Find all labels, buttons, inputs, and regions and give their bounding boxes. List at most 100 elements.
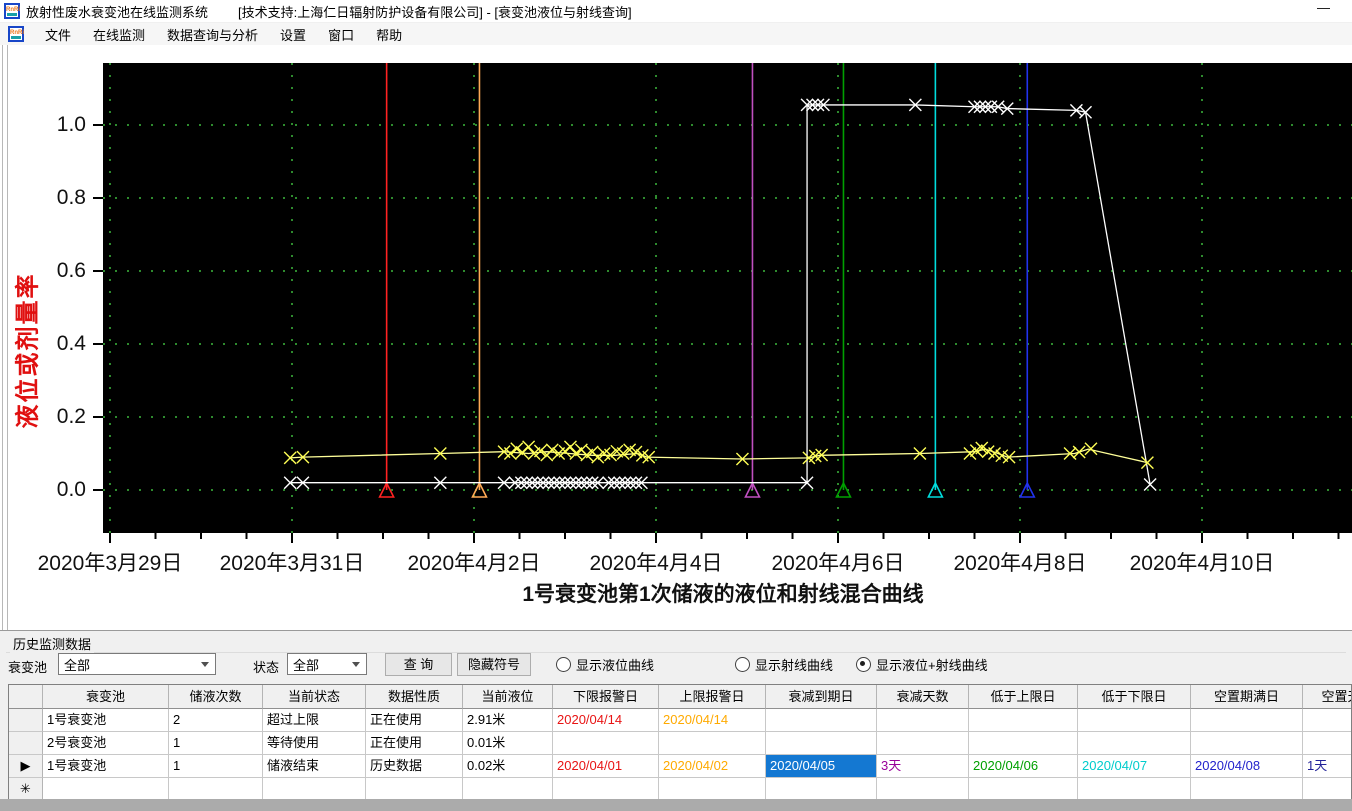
menu-item-4[interactable]: 设置 [269,23,317,46]
cell-低于下限日[interactable] [1078,778,1191,800]
cell-衰变池[interactable]: 2号衰变池 [43,732,169,755]
cell-低于上限日[interactable] [969,709,1078,732]
column-header-衰减天数[interactable]: 衰减天数 [877,685,969,709]
cell-空置期满日[interactable] [1191,709,1303,732]
cell-当前状态[interactable]: 等待使用 [263,732,366,755]
cell-衰减到期日[interactable] [766,709,877,732]
radio-icon[interactable] [735,657,750,672]
table-row[interactable]: 2号衰变池 1 等待使用 正在使用 0.01米 [9,732,1351,755]
cell-衰减天数[interactable] [877,778,969,800]
radio-icon[interactable] [556,657,571,672]
cell-低于上限日[interactable] [969,778,1078,800]
cell-下限报警日[interactable]: 2020/04/14 [553,709,659,732]
column-header-当前状态[interactable]: 当前状态 [263,685,366,709]
column-header-空置天数[interactable]: 空置天数 [1303,685,1351,709]
cell-空置期满日[interactable] [1191,732,1303,755]
column-header-空置期满日[interactable]: 空置期满日 [1191,685,1303,709]
radio-label: 显示射线曲线 [755,658,834,673]
menu-item-1[interactable]: 文件 [34,23,82,46]
history-group-label: 历史监测数据 [10,634,95,653]
chart-area: 液位或剂量率 0.0 0.2 0.4 0.6 0.8 1.0 2020年3月29日 2020… [0,45,1352,630]
radio-option-2[interactable]: 显示射线曲线 [735,655,833,674]
cell-衰减到期日[interactable]: 2020/04/05 [766,755,877,778]
cell-储液次数[interactable]: 1 [169,732,263,755]
hide-symbols-button[interactable]: 隐藏符号 [457,653,531,676]
table-row[interactable]: 1号衰变池 2 超过上限 正在使用 2.91米 2020/04/14 2020/04/14 [9,709,1351,732]
table-row[interactable]: ✳ [9,778,1351,800]
column-header-衰变池[interactable]: 衰变池 [43,685,169,709]
cell-当前液位[interactable]: 0.01米 [463,732,553,755]
cell-下限报警日[interactable] [553,732,659,755]
cell-上限报警日[interactable]: 2020/04/02 [659,755,766,778]
column-header-下限报警日[interactable]: 下限报警日 [553,685,659,709]
cell-储液次数[interactable]: 2 [169,709,263,732]
cell-储液次数[interactable]: 1 [169,755,263,778]
cell-衰变池[interactable] [43,778,169,800]
pool-filter-combobox[interactable]: 全部 [58,653,216,675]
column-header-上限报警日[interactable]: 上限报警日 [659,685,766,709]
cell-低于上限日[interactable] [969,732,1078,755]
cell-空置天数[interactable] [1303,778,1351,800]
column-header-储液次数[interactable]: 储液次数 [169,685,263,709]
cell-低于下限日[interactable]: 2020/04/07 [1078,755,1191,778]
row-selector-new-icon[interactable]: ✳ [9,778,43,800]
app-subtitle: [技术支持:上海仁日辐射防护设备有限公司] - [衰变池液位与射线查询] [238,4,632,20]
cell-衰减到期日[interactable] [766,778,877,800]
cell-当前液位[interactable]: 0.02米 [463,755,553,778]
cell-衰变池[interactable]: 1号衰变池 [43,709,169,732]
table-row[interactable]: ▶ 1号衰变池 1 储液结束 历史数据 0.02米 2020/04/01 2020/04/02… [9,755,1351,778]
row-selector-cell[interactable] [9,732,43,755]
minimize-icon[interactable]: — [1317,0,1330,15]
cell-当前状态[interactable]: 储液结束 [263,755,366,778]
cell-数据性质[interactable] [366,778,463,800]
radio-option-3[interactable]: 显示液位+射线曲线 [856,655,988,674]
column-header-低于上限日[interactable]: 低于上限日 [969,685,1078,709]
cell-衰减到期日[interactable] [766,732,877,755]
cell-低于下限日[interactable] [1078,709,1191,732]
row-selector-current-icon[interactable]: ▶ [9,755,43,778]
cell-当前状态[interactable]: 超过上限 [263,709,366,732]
column-header-衰减到期日[interactable]: 衰减到期日 [766,685,877,709]
history-panel: 历史监测数据 衰变池 全部 状态 全部 查 询 隐藏符号 显示液位曲线 显示射线曲… [0,630,1352,811]
chart-plot[interactable] [90,63,1352,548]
cell-数据性质[interactable]: 正在使用 [366,732,463,755]
cell-下限报警日[interactable] [553,778,659,800]
radio-label: 显示液位+射线曲线 [876,658,988,673]
status-filter-combobox[interactable]: 全部 [287,653,367,675]
pool-filter-value: 全部 [64,657,91,673]
cell-衰变池[interactable]: 1号衰变池 [43,755,169,778]
plot-background [103,63,1352,533]
menu-item-6[interactable]: 帮助 [365,23,413,46]
cell-数据性质[interactable]: 历史数据 [366,755,463,778]
cell-衰减天数[interactable] [877,709,969,732]
cell-当前状态[interactable] [263,778,366,800]
cell-空置天数[interactable] [1303,732,1351,755]
radio-selected-icon[interactable] [856,657,871,672]
mdi-child-icon[interactable] [8,26,24,42]
column-header-低于下限日[interactable]: 低于下限日 [1078,685,1191,709]
menu-item-3[interactable]: 数据查询与分析 [156,23,269,46]
cell-上限报警日[interactable] [659,732,766,755]
cell-空置天数[interactable] [1303,709,1351,732]
row-selector-cell[interactable] [9,709,43,732]
cell-空置期满日[interactable]: 2020/04/08 [1191,755,1303,778]
menu-item-2[interactable]: 在线监测 [82,23,156,46]
radio-option-1[interactable]: 显示液位曲线 [556,655,654,674]
cell-低于下限日[interactable] [1078,732,1191,755]
cell-衰减天数[interactable] [877,732,969,755]
cell-下限报警日[interactable]: 2020/04/01 [553,755,659,778]
cell-上限报警日[interactable]: 2020/04/14 [659,709,766,732]
menu-item-5[interactable]: 窗口 [317,23,365,46]
cell-空置期满日[interactable] [1191,778,1303,800]
cell-储液次数[interactable] [169,778,263,800]
column-header-数据性质[interactable]: 数据性质 [366,685,463,709]
cell-当前液位[interactable] [463,778,553,800]
cell-低于上限日[interactable]: 2020/04/06 [969,755,1078,778]
cell-当前液位[interactable]: 2.91米 [463,709,553,732]
cell-数据性质[interactable]: 正在使用 [366,709,463,732]
cell-衰减天数[interactable]: 3天 [877,755,969,778]
cell-空置天数[interactable]: 1天 [1303,755,1351,778]
column-header-当前液位[interactable]: 当前液位 [463,685,553,709]
query-button[interactable]: 查 询 [385,653,452,676]
cell-上限报警日[interactable] [659,778,766,800]
